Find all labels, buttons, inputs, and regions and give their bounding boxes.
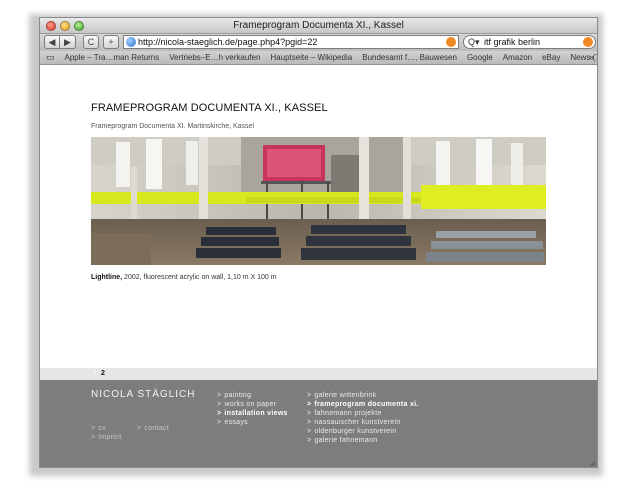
page-link-2[interactable]: 2 [101, 370, 105, 377]
reload-button[interactable]: C [83, 35, 99, 49]
bookmark-item[interactable]: Bundesamt f…, Bauwesen [362, 53, 457, 62]
bookmarks-book-icon[interactable]: ▭ [46, 52, 55, 63]
search-icon[interactable]: Q▾ [468, 36, 480, 48]
nav-item-installation-views[interactable]: > installation views [217, 409, 288, 418]
bookmark-item[interactable]: Hauptseite – Wikipedia [270, 53, 352, 62]
title-bar: Frameprogram Documenta XI., Kassel [40, 18, 597, 34]
bookmarks-overflow-icon[interactable]: » [589, 52, 594, 62]
nav-item-contact[interactable]: > contact [137, 424, 169, 433]
bookmark-item[interactable]: Apple – Tra…man Returns [65, 53, 160, 62]
photo-caption: Lightline, 2002, fluorescent acrylic on … [91, 274, 277, 281]
nav-item-painting[interactable]: > painting [217, 391, 288, 400]
bookmark-item[interactable]: eBay [542, 53, 560, 62]
page-title: FRAMEPROGRAM DOCUMENTA XI., KASSEL [91, 102, 328, 114]
subnav-item-galerie-wittenbrink[interactable]: > galerie wittenbrink [307, 391, 419, 400]
nav-item-works-on-paper[interactable]: > works on paper [217, 400, 288, 409]
rss-icon[interactable] [446, 37, 456, 47]
browser-window: Frameprogram Documenta XI., Kassel ◀ ▶ C… [39, 17, 598, 468]
window-title: Frameprogram Documenta XI., Kassel [233, 20, 404, 31]
pagination: 1 2 [40, 368, 597, 380]
artwork-title: Lightline, [91, 274, 123, 281]
bookmark-item[interactable]: Vertriebs–E…h verkaufen [169, 53, 260, 62]
resize-grip-icon[interactable]: ◢ [590, 459, 595, 467]
nav-buttons: ◀ ▶ [44, 35, 76, 49]
address-bar[interactable]: http://nicola-staeglich.de/page.php4?pgi… [123, 35, 459, 49]
site-logo[interactable]: NICOLA STÄGLICH [91, 389, 195, 400]
meta-nav: > cv > imprint [91, 424, 122, 442]
bookmarks-bar: ▭ Apple – Tra…man Returns Vertriebs–E…h … [40, 51, 597, 65]
installation-photo [91, 137, 546, 265]
main-nav: > painting > works on paper > installation … [217, 391, 288, 427]
search-text: itf grafik berlin [484, 37, 541, 47]
site-footer: NICOLA STÄGLICH > painting > works on pape… [40, 380, 597, 467]
nav-item-imprint[interactable]: > imprint [91, 433, 122, 442]
search-field[interactable]: Q▾ itf grafik berlin [463, 35, 596, 49]
bookmark-item[interactable]: Google [467, 53, 493, 62]
address-text: http://nicola-staeglich.de/page.php4?pgi… [138, 37, 318, 47]
subnav-item-fahnemann-projekte[interactable]: > fahnemann projekte [307, 409, 419, 418]
nav-item-essays[interactable]: > essays [217, 418, 288, 427]
forward-button[interactable]: ▶ [60, 35, 76, 49]
subnav-item-oldenburger-kunstverein[interactable]: > oldenburger kunstverein [307, 427, 419, 436]
web-page: FRAMEPROGRAM DOCUMENTA XI., KASSEL Frame… [40, 66, 597, 467]
page-subtitle: Frameprogram Documenta XI. Martinskirche… [91, 123, 254, 130]
browser-toolbar: ◀ ▶ C + http://nicola-staeglich.de/page.… [40, 34, 597, 51]
subnav-item-galerie-fahnemann[interactable]: > galerie fahnemann [307, 436, 419, 445]
bookmark-item[interactable]: Amazon [503, 53, 532, 62]
add-bookmark-button[interactable]: + [103, 35, 119, 49]
back-button[interactable]: ◀ [44, 35, 60, 49]
nav-item-cv[interactable]: > cv [91, 424, 122, 433]
subnav-item-frameprogram[interactable]: > frameprogram documenta xi. [307, 400, 419, 409]
artwork-details: 2002, fluorescent acrylic on wall, 1,10 … [122, 274, 277, 281]
sub-nav: > galerie wittenbrink > frameprogram docum… [307, 391, 419, 445]
globe-icon [126, 37, 136, 47]
contact-nav: > contact [137, 424, 169, 433]
page-link-1[interactable]: 1 [93, 370, 97, 377]
subnav-item-nassauischer-kunstverein[interactable]: > nassauischer kunstverein [307, 418, 419, 427]
clear-search-icon[interactable] [583, 37, 593, 47]
